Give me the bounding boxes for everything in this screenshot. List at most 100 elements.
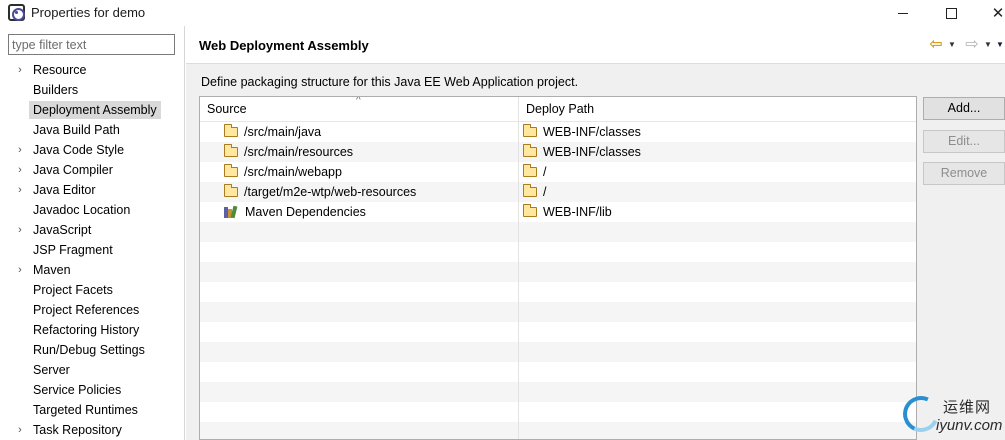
deploy-path-cell: WEB-INF/lib [519,202,916,222]
deploy-path-cell [519,222,916,242]
empty-table-row [200,262,916,282]
chevron-right-icon[interactable]: › [14,60,26,80]
empty-table-row [200,242,916,262]
nav-item-java-code-style[interactable]: › Java Code Style [0,140,184,160]
minimize-button[interactable] [880,0,926,26]
chevron-right-icon[interactable]: › [14,260,26,280]
history-navigation: ⇦ ▼ ⇨ ▼ ▼ [927,35,1005,53]
watermark-url-text: iyunv.com [936,417,1003,434]
back-arrow-icon[interactable]: ⇦ [927,35,945,53]
source-cell [200,242,519,262]
nav-item-jsp-fragment[interactable]: JSP Fragment [0,240,184,260]
table-body: /src/main/java WEB-INF/classes/src/main/r… [200,122,916,439]
deploy-path-cell [519,302,916,322]
nav-item-java-build-path[interactable]: Java Build Path [0,120,184,140]
source-cell: /src/main/webapp [200,162,519,182]
deploy-path-cell [519,402,916,422]
source-cell: Maven Dependencies [200,202,519,222]
maximize-button[interactable] [928,0,974,26]
source-cell [200,322,519,342]
empty-table-row [200,282,916,302]
table-row[interactable]: Maven Dependencies WEB-INF/lib [200,202,916,222]
deploy-path-text: WEB-INF/lib [543,205,612,219]
table-row[interactable]: /target/m2e-wtp/web-resources / [200,182,916,202]
empty-table-row [200,422,916,439]
source-cell [200,362,519,382]
deploy-path-cell: / [519,182,916,202]
nav-item-label: Run/Debug Settings [33,343,145,357]
folder-icon [224,144,238,157]
deploy-path-cell [519,382,916,402]
nav-item-refactoring-history[interactable]: Refactoring History [0,320,184,340]
column-header-deploy-path[interactable]: Deploy Path [519,97,916,122]
nav-item-java-editor[interactable]: › Java Editor [0,180,184,200]
deploy-path-text: / [543,185,547,199]
empty-table-row [200,362,916,382]
nav-item-label: JavaScript [33,223,92,237]
chevron-right-icon[interactable]: › [14,140,26,160]
forward-history-dropdown-icon[interactable]: ▼ [983,35,993,53]
deploy-path-cell: WEB-INF/classes [519,142,916,162]
table-row[interactable]: /src/main/resources WEB-INF/classes [200,142,916,162]
edit-button[interactable]: Edit... [923,130,1005,153]
page-header: Web Deployment Assembly ⇦ ▼ ⇨ ▼ ▼ [186,26,1005,64]
folder-icon [523,144,537,157]
filter-input[interactable] [8,34,175,55]
nav-item-service-policies[interactable]: Service Policies [0,380,184,400]
nav-item-label: Deployment Assembly [29,101,161,119]
nav-item-task-repository[interactable]: › Task Repository [0,420,184,440]
deploy-path-text: / [543,165,547,179]
forward-arrow-icon[interactable]: ⇨ [963,35,981,53]
nav-item-javadoc-location[interactable]: Javadoc Location [0,200,184,220]
chevron-right-icon[interactable]: › [14,420,26,440]
maven-library-icon [224,205,239,219]
chevron-right-icon[interactable]: › [14,180,26,200]
left-navigation-pane: › Resource Builders Deployment Assembly Java… [0,26,185,440]
nav-item-label: Targeted Runtimes [33,403,138,417]
nav-item-resource[interactable]: › Resource [0,60,184,80]
property-page-tree: › Resource Builders Deployment Assembly Java… [0,60,184,440]
nav-item-project-facets[interactable]: Project Facets [0,280,184,300]
nav-item-builders[interactable]: Builders [0,80,184,100]
property-page: Web Deployment Assembly ⇦ ▼ ⇨ ▼ ▼ Define… [186,26,1005,440]
nav-item-deployment-assembly[interactable]: Deployment Assembly [0,100,184,120]
empty-table-row [200,302,916,322]
add-button[interactable]: Add... [923,97,1005,120]
nav-item-project-references[interactable]: Project References [0,300,184,320]
nav-item-label: Java Build Path [33,123,120,137]
column-header-source[interactable]: ^ Source [200,97,519,122]
minimize-icon [898,12,908,14]
nav-item-java-compiler[interactable]: › Java Compiler [0,160,184,180]
table-row[interactable]: /src/main/java WEB-INF/classes [200,122,916,142]
column-header-source-label: Source [207,102,247,116]
folder-icon [523,164,537,177]
deploy-path-cell [519,262,916,282]
empty-table-row [200,402,916,422]
chevron-right-icon[interactable]: › [14,160,26,180]
source-cell [200,282,519,302]
deploy-path-cell: WEB-INF/classes [519,122,916,142]
nav-item-label: Java Code Style [33,143,125,157]
nav-item-server[interactable]: Server [0,360,184,380]
deploy-path-cell: / [519,162,916,182]
folder-icon [523,124,537,137]
nav-item-maven[interactable]: › Maven [0,260,184,280]
nav-item-label: Java Compiler [33,163,113,177]
nav-item-label: Project Facets [33,283,113,297]
deploy-path-cell [519,342,916,362]
nav-item-label: Project References [33,303,140,317]
nav-item-javascript[interactable]: › JavaScript [0,220,184,240]
nav-item-run-debug-settings[interactable]: Run/Debug Settings [0,340,184,360]
close-button[interactable]: ✕ [975,0,1005,26]
view-menu-icon[interactable]: ▼ [995,35,1005,53]
source-cell [200,422,519,439]
nav-item-label: Builders [33,83,79,97]
chevron-right-icon[interactable]: › [14,220,26,240]
nav-item-targeted-runtimes[interactable]: Targeted Runtimes [0,400,184,420]
source-cell [200,222,519,242]
sort-ascending-icon: ^ [356,96,361,106]
table-row[interactable]: /src/main/webapp / [200,162,916,182]
source-cell: /src/main/java [200,122,519,142]
back-history-dropdown-icon[interactable]: ▼ [947,35,957,53]
remove-button[interactable]: Remove [923,162,1005,185]
